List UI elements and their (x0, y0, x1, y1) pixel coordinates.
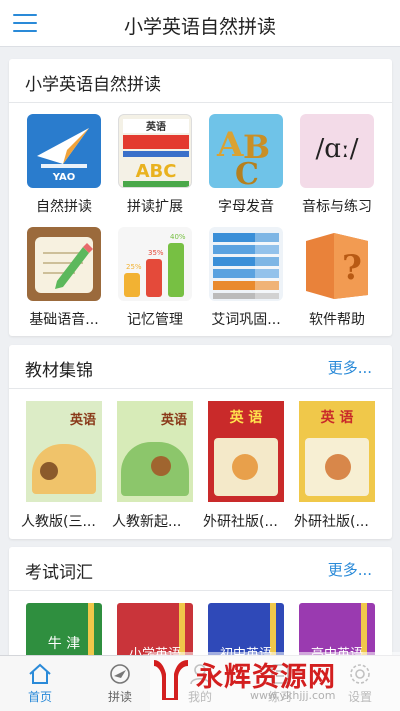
feature-label: 基础语音... (29, 312, 99, 328)
svg-text:25%: 25% (126, 263, 142, 271)
phonics-book-icon: 英语 ABC (118, 114, 192, 188)
svg-text:35%: 35% (148, 249, 164, 257)
exam-vocabulary-header: 考试词汇 更多... (9, 547, 392, 591)
feature-word-review[interactable]: 艾词巩固... (201, 227, 291, 329)
textbook-label: 人教版(三... (21, 514, 96, 530)
cover-title: 英语 (69, 413, 96, 428)
home-icon (28, 663, 52, 685)
textbook-label: 人教新起... (112, 514, 182, 530)
abc-letters-icon: A B C (209, 114, 283, 188)
textbook-cover: 英语 (26, 401, 102, 502)
svg-text:YAO: YAO (52, 172, 76, 183)
app-header: 小学英语自然拼读 (0, 0, 400, 47)
cover-title: 英 语 (320, 410, 354, 426)
exam-vocabulary-more-link[interactable]: 更多... (328, 559, 372, 580)
notebook-pencil-icon (27, 227, 101, 301)
textbook-cover: 英 语 (299, 401, 375, 502)
tab-home[interactable]: 首页 (0, 656, 80, 711)
main-features-header: 小学英语自然拼读 (9, 59, 392, 103)
svg-text:40%: 40% (170, 233, 186, 241)
exam-vocabulary-card: 考试词汇 更多... 牛 津 小学英语 初中英语 高中英语 (9, 547, 392, 667)
feature-phonetic-practice[interactable]: /ɑː/ 音标与练习 (292, 114, 382, 216)
cover-title: 英语 (160, 413, 187, 428)
feature-label: 自然拼读 (36, 199, 92, 215)
svg-text:?: ? (342, 248, 362, 288)
feature-natural-phonics[interactable]: YAO 自然拼读 (19, 114, 109, 216)
feature-software-help[interactable]: ? 软件帮助 (292, 227, 382, 329)
spelling-icon (108, 663, 132, 685)
tab-label: 拼读 (107, 690, 132, 704)
help-book-icon: ? (300, 227, 374, 301)
tab-spelling[interactable]: 拼读 (80, 656, 160, 711)
watermark-url: www.ykhjjj.com (250, 689, 336, 702)
svg-text:英语: 英语 (145, 120, 166, 133)
textbook-cover: 英 语 (208, 401, 284, 502)
textbooks-header: 教材集锦 更多... (9, 345, 392, 389)
textbook-cover: 英语 (117, 401, 193, 502)
textbook-item[interactable]: 英语 人教新起... (110, 401, 200, 531)
textbook-item[interactable]: 英 语 外研社版(... (201, 401, 291, 531)
exam-book-title: 牛 津 (47, 636, 81, 652)
watermark-logo-icon (150, 656, 194, 702)
textbooks-title: 教材集锦 (25, 361, 93, 381)
textbook-item[interactable]: 英 语 外研社版(... (292, 401, 382, 531)
feature-memory-management[interactable]: 25% 35% 40% 记忆管理 (110, 227, 200, 329)
feature-label: 音标与练习 (302, 199, 372, 215)
svg-text:C: C (235, 157, 259, 188)
svg-text:ABC: ABC (136, 161, 177, 182)
exam-vocabulary-title: 考试词汇 (25, 563, 93, 583)
bar-chart-icon: 25% 35% 40% (118, 227, 192, 301)
word-list-icon (209, 227, 283, 301)
main-features-card: 小学英语自然拼读 YAO 自然拼读 英语 ABC 拼读扩展 A B C 字母发音… (9, 59, 392, 336)
feature-label: 拼读扩展 (127, 199, 183, 215)
main-features-title: 小学英语自然拼读 (25, 75, 161, 95)
feature-label: 软件帮助 (309, 312, 365, 328)
cover-title: 英 语 (229, 410, 263, 426)
phonetic-symbol: /ɑː/ (315, 134, 359, 164)
feature-letter-sounds[interactable]: A B C 字母发音 (201, 114, 291, 216)
textbook-label: 外研社版(... (294, 514, 369, 530)
textbook-item[interactable]: 英语 人教版(三... (19, 401, 109, 531)
feature-basic-phonetics[interactable]: 基础语音... (19, 227, 109, 329)
textbooks-card: 教材集锦 更多... 英语 人教版(三... 英语 人教新起... 英 语 外研… (9, 345, 392, 539)
textbooks-more-link[interactable]: 更多... (328, 357, 372, 378)
feature-label: 艾词巩固... (211, 312, 281, 328)
feature-label: 记忆管理 (127, 312, 183, 328)
paper-plane-icon: YAO (27, 114, 101, 188)
feature-label: 字母发音 (218, 199, 274, 215)
textbook-label: 外研社版(... (203, 514, 278, 530)
tab-label: 首页 (27, 690, 52, 704)
phonetic-symbol-icon: /ɑː/ (300, 114, 374, 188)
app-title: 小学英语自然拼读 (123, 16, 276, 38)
watermark-overlay: 永辉资源网 www.ykhjjj.com (150, 652, 400, 711)
feature-phonics-extension[interactable]: 英语 ABC 拼读扩展 (110, 114, 200, 216)
